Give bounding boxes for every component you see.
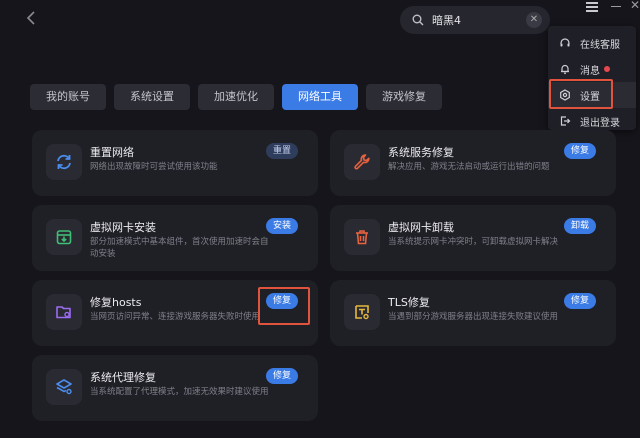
tls-repair-button[interactable]: 修复 — [564, 293, 596, 309]
menu-item-label: 在线客服 — [580, 39, 620, 51]
card-description: 部分加速模式中基本组件，首次使用加速时会自动安装 — [90, 237, 269, 259]
card-title: 修复hosts — [90, 296, 142, 309]
trash-icon — [344, 219, 380, 255]
bell-icon — [558, 62, 572, 76]
repair-hosts-highlight-box — [258, 287, 310, 325]
tab-network-tools[interactable]: 网络工具 — [282, 84, 358, 110]
tab-bar: 我的账号 系统设置 加速优化 网络工具 游戏修复 — [30, 84, 442, 110]
refresh-icon — [46, 144, 82, 180]
tab-acceleration[interactable]: 加速优化 — [198, 84, 274, 110]
card-system-proxy-repair: 系统代理修复 当系统配置了代理模式，加速无效果时建议使用 修复 — [32, 355, 318, 421]
settings-highlight-box — [549, 79, 613, 109]
card-tls-repair: TLS修复 当遇到部分游戏服务器出现连接失败建议使用 修复 — [330, 280, 616, 346]
tab-system-settings[interactable]: 系统设置 — [114, 84, 190, 110]
certificate-icon — [344, 294, 380, 330]
layers-gear-icon — [46, 369, 82, 405]
card-description: 当网页访问异常、连接游戏服务器失败时使用 — [90, 312, 261, 322]
clear-icon[interactable]: ✕ — [526, 12, 542, 28]
reset-button[interactable]: 重置 — [266, 143, 298, 159]
card-description: 解决应用、游戏无法启动或运行出错的问题 — [388, 162, 550, 172]
uninstall-button[interactable]: 卸载 — [564, 218, 596, 234]
card-virtual-nic-install: 虚拟网卡安装 部分加速模式中基本组件，首次使用加速时会自动安装 安装 — [32, 205, 318, 271]
install-button[interactable]: 安装 — [266, 218, 298, 234]
back-icon[interactable] — [26, 10, 42, 30]
user-menu-dropdown: 在线客服 消息 设置 退出登录 — [548, 26, 636, 130]
search-bar[interactable]: ✕ — [400, 6, 550, 34]
repair-button[interactable]: 修复 — [564, 143, 596, 159]
menu-item-label: 消息 — [580, 65, 600, 77]
search-icon — [412, 11, 424, 30]
headset-icon — [558, 36, 572, 50]
card-description: 网络出现故障时可尝试使用该功能 — [90, 162, 218, 172]
card-system-service-repair: 系统服务修复 解决应用、游戏无法启动或运行出错的问题 修复 — [330, 130, 616, 196]
card-title: TLS修复 — [388, 296, 430, 309]
search-input[interactable] — [432, 13, 518, 27]
unread-dot — [604, 66, 610, 72]
close-icon[interactable]: ✕ — [630, 0, 640, 13]
card-title: 系统服务修复 — [388, 146, 454, 159]
tab-game-repair[interactable]: 游戏修复 — [366, 84, 442, 110]
card-description: 当遇到部分游戏服务器出现连接失败建议使用 — [388, 312, 559, 322]
card-title: 重置网络 — [90, 146, 134, 159]
tab-my-account[interactable]: 我的账号 — [30, 84, 106, 110]
wrench-icon — [344, 144, 380, 180]
proxy-repair-button[interactable]: 修复 — [266, 368, 298, 384]
card-title: 虚拟网卡安装 — [90, 221, 156, 234]
card-title: 虚拟网卡卸载 — [388, 221, 454, 234]
folder-gear-icon — [46, 294, 82, 330]
card-virtual-nic-uninstall: 虚拟网卡卸载 当系统提示网卡冲突时，可卸载虚拟网卡解决 卸载 — [330, 205, 616, 271]
logout-icon — [558, 114, 572, 128]
minimize-icon[interactable] — [611, 6, 621, 7]
card-description: 当系统配置了代理模式，加速无效果时建议使用 — [90, 387, 269, 397]
card-title: 系统代理修复 — [90, 371, 156, 384]
menu-item-support[interactable]: 在线客服 — [548, 30, 636, 56]
menu-item-label: 退出登录 — [580, 117, 620, 129]
card-description: 当系统提示网卡冲突时，可卸载虚拟网卡解决 — [388, 237, 559, 247]
download-box-icon — [46, 219, 82, 255]
card-reset-network: 重置网络 网络出现故障时可尝试使用该功能 重置 — [32, 130, 318, 196]
menu-icon[interactable] — [586, 0, 598, 14]
